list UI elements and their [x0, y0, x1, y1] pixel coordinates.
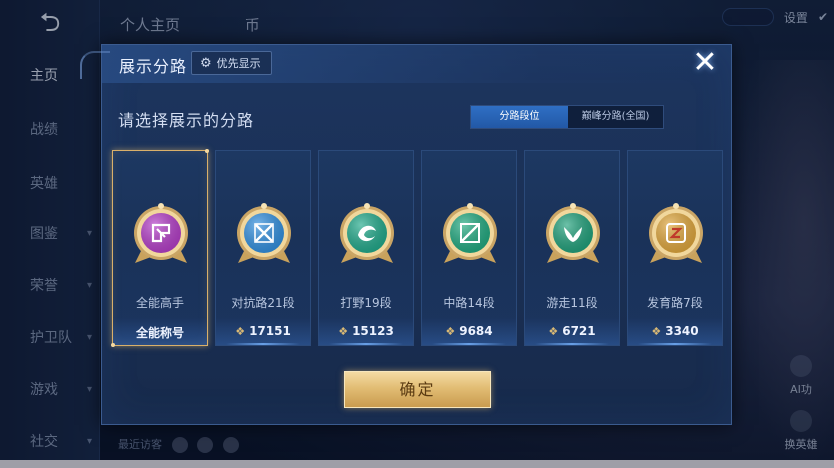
lane-rank-label: 对抗路21段 — [231, 296, 295, 310]
lane-rank-label: 游走11段 — [546, 296, 598, 310]
lane-card-list: 全能高手 全能称号 对抗路21段 ❖ 17151 打野19段 ❖ 15123 中路14段 ❖ 968… — [111, 149, 724, 347]
lane-card[interactable]: 全能高手 全能称号 — [111, 149, 209, 347]
gear-icon: ⚙ — [200, 55, 212, 71]
lane-rank-label: 发育路7段 — [647, 296, 703, 310]
lane-points-text: 3340 — [665, 324, 699, 338]
lane-card[interactable]: 发育路7段 ❖ 3340 — [627, 150, 723, 346]
lane-points-text: 9684 — [459, 324, 493, 338]
selected-corner-dot — [205, 149, 209, 153]
tab-lane-rank[interactable]: 分路段位 — [471, 106, 568, 128]
close-icon[interactable]: ✕ — [688, 47, 722, 81]
lane-points-value: ❖ 6721 — [525, 324, 619, 338]
display-lane-modal: 展示分路 ⚙ 优先显示 ✕ 请选择展示的分路 分路段位 巅峰分路(全国) 全能高… — [80, 44, 732, 425]
lane-points-value: ❖ 9684 — [422, 324, 516, 338]
tab-peak-lane[interactable]: 巅峰分路(全国) — [568, 106, 663, 128]
modal-title: 展示分路 — [119, 57, 188, 76]
points-icon: ❖ — [445, 325, 456, 338]
points-icon: ❖ — [235, 325, 246, 338]
modal-subtitle: 请选择展示的分路 — [118, 111, 255, 130]
jungle-badge-icon — [337, 201, 397, 269]
roam-badge-icon — [543, 201, 603, 269]
lane-card[interactable]: 游走11段 ❖ 6721 — [524, 150, 620, 346]
lane-points-value: ❖ 3340 — [628, 324, 722, 338]
lane-card[interactable]: 中路14段 ❖ 9684 — [421, 150, 517, 346]
card-glow — [535, 343, 609, 345]
selected-corner-dot — [111, 343, 115, 347]
clash-lane-badge-icon — [234, 201, 294, 269]
card-glow — [329, 343, 403, 345]
lane-mode-toggle: 分路段位 巅峰分路(全国) — [470, 105, 664, 129]
card-glow — [432, 343, 506, 345]
card-glow — [226, 343, 300, 345]
lane-rank-label: 打野19段 — [340, 296, 392, 310]
lane-points-value: 全能称号 — [113, 324, 207, 341]
mid-lane-badge-icon — [440, 201, 500, 269]
card-glow — [638, 343, 712, 345]
priority-display-label: 优先显示 — [216, 57, 261, 70]
lane-rank-label: 中路14段 — [443, 296, 495, 310]
all-round-badge-icon — [131, 201, 191, 269]
farm-lane-badge-icon — [646, 201, 706, 269]
header-ornament — [80, 51, 110, 79]
lane-card[interactable]: 对抗路21段 ❖ 17151 — [215, 150, 311, 346]
priority-display-button[interactable]: ⚙ 优先显示 — [191, 51, 272, 75]
lane-points-text: 全能称号 — [135, 326, 184, 340]
lane-points-text: 6721 — [562, 324, 596, 338]
lane-points-text: 17151 — [249, 324, 291, 338]
lane-points-value: ❖ 15123 — [319, 324, 413, 338]
points-icon: ❖ — [338, 325, 349, 338]
points-icon: ❖ — [651, 325, 662, 338]
confirm-button[interactable]: 确定 — [344, 371, 491, 408]
lane-points-text: 15123 — [352, 324, 394, 338]
points-icon: ❖ — [548, 325, 559, 338]
lane-points-value: ❖ 17151 — [216, 324, 310, 338]
lane-card[interactable]: 打野19段 ❖ 15123 — [318, 150, 414, 346]
lane-rank-label: 全能高手 — [135, 296, 184, 310]
